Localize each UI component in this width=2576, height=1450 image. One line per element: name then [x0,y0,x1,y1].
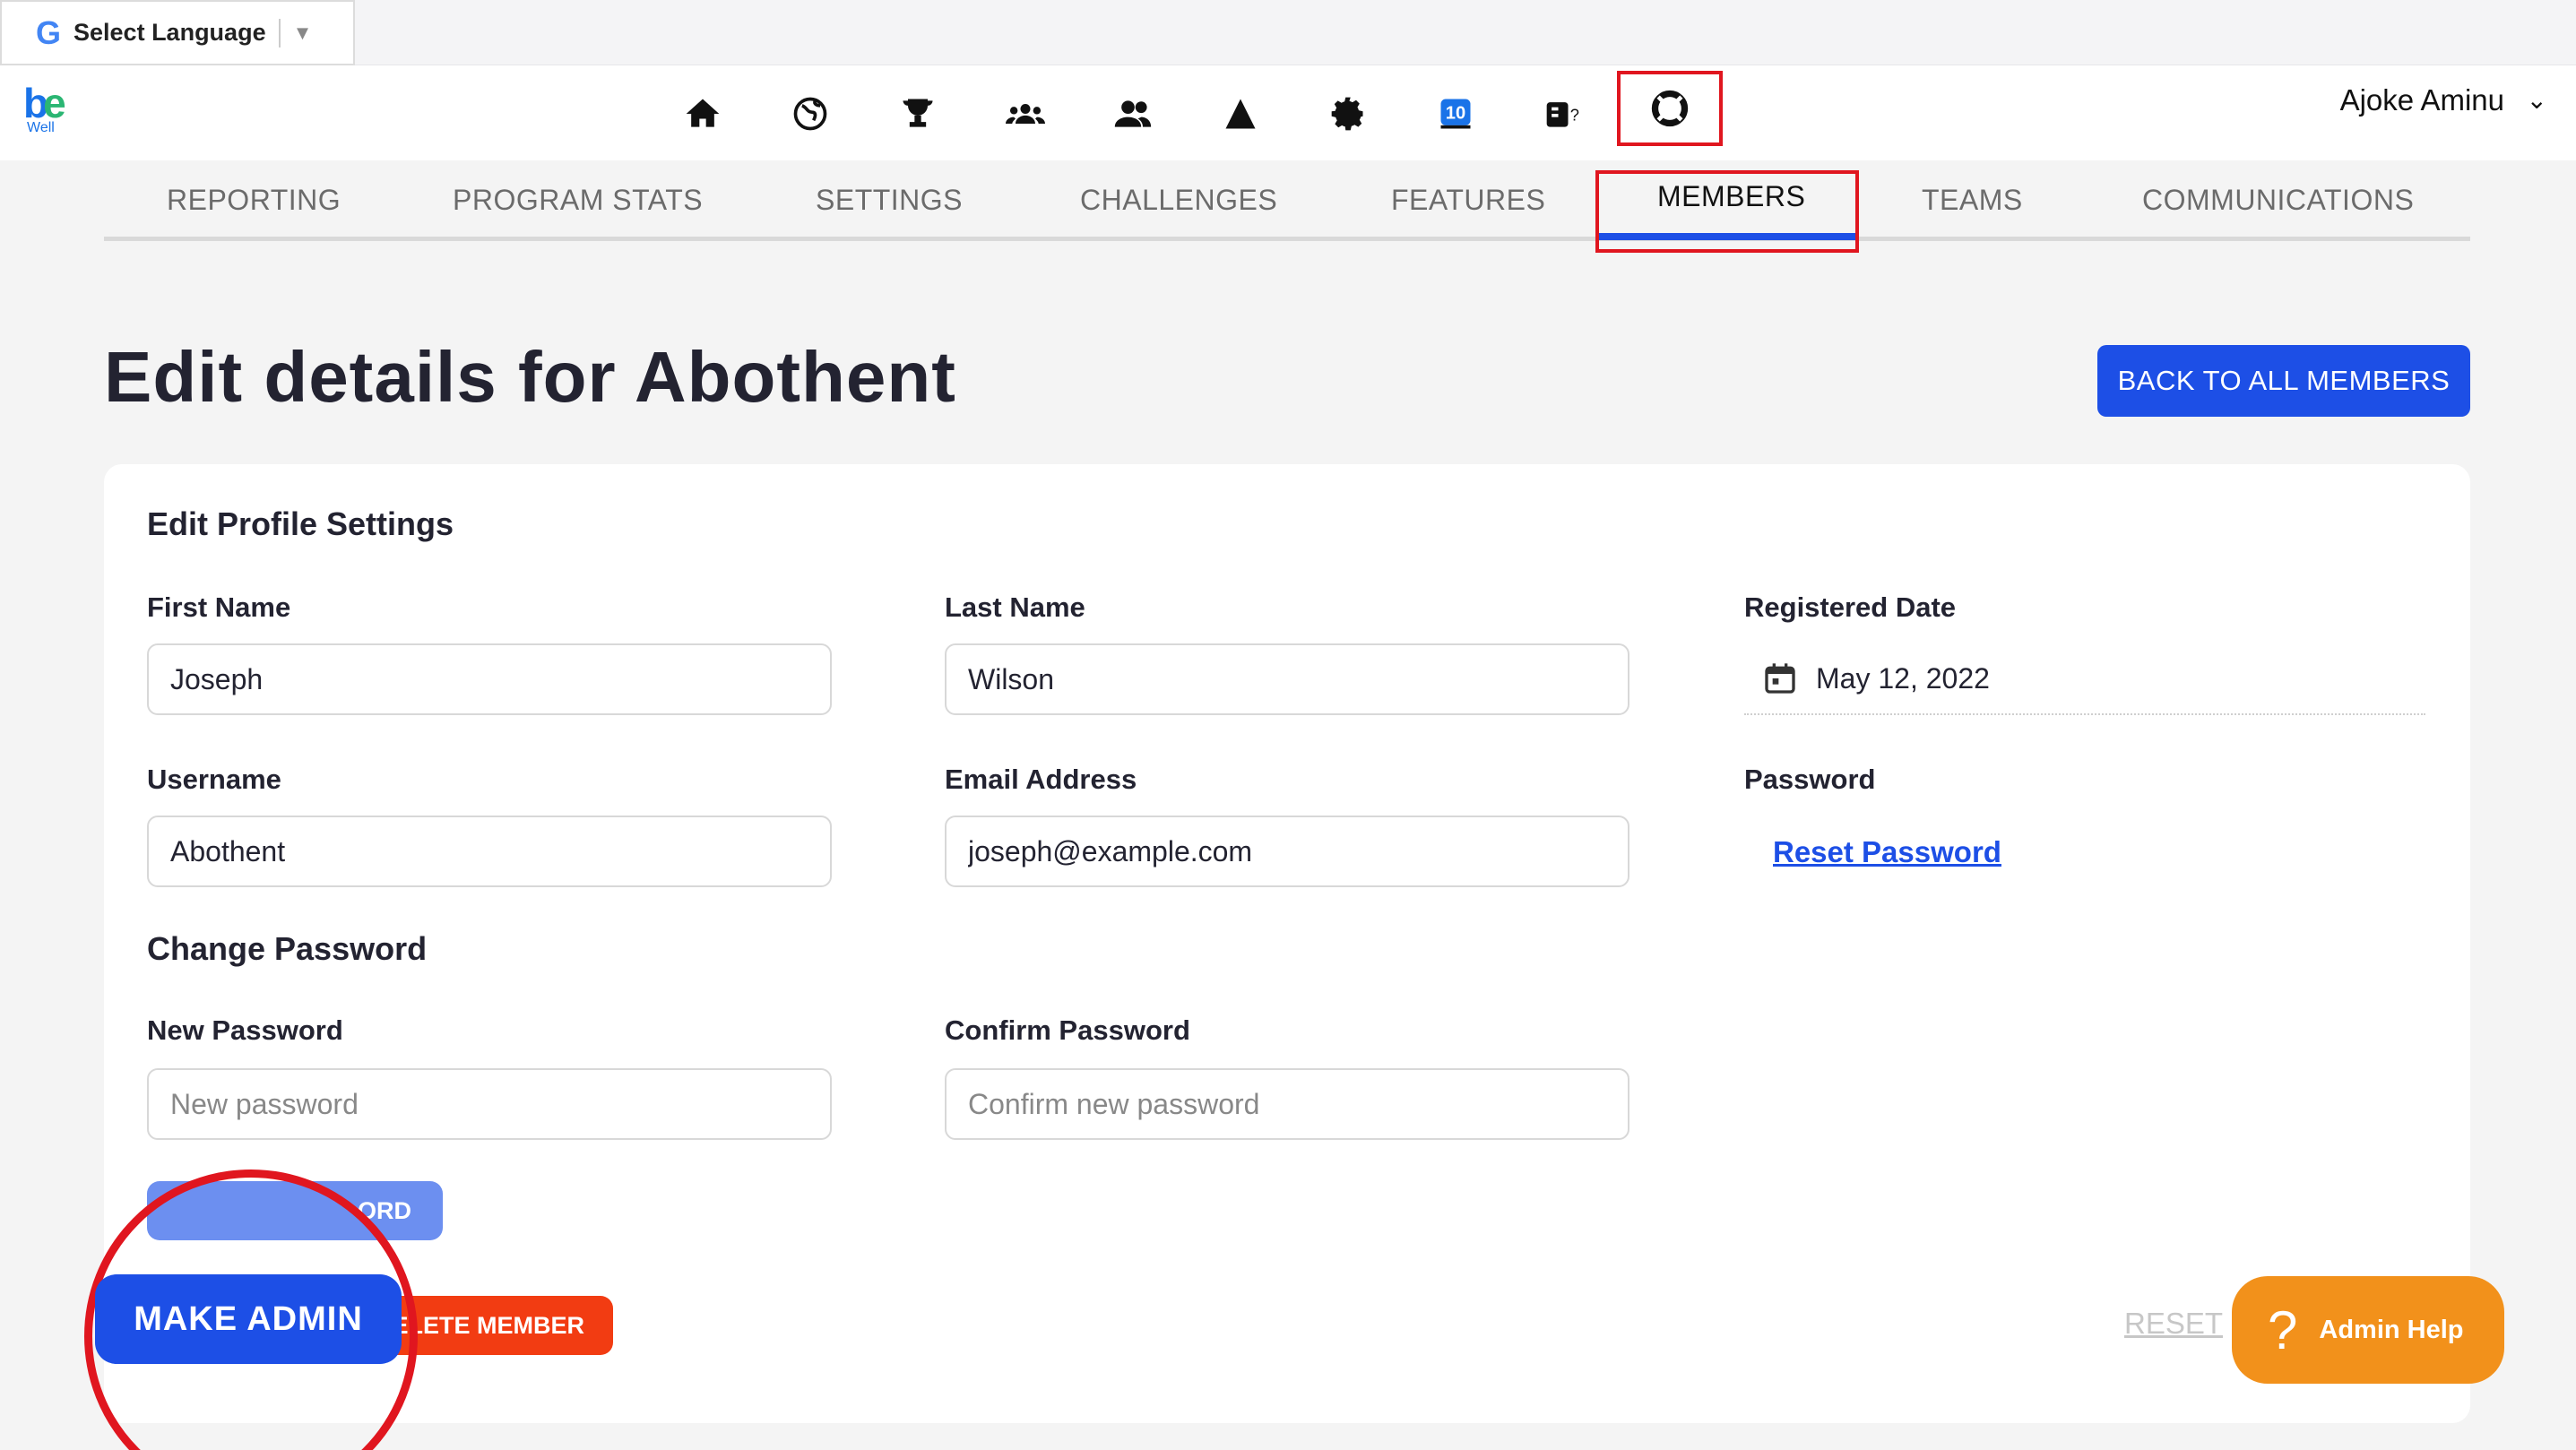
tab-program-stats[interactable]: PROGRAM STATS [453,184,703,217]
quiz-icon[interactable]: ? [1536,87,1590,141]
top-header: be Well 10 ? Ajoke Aminu ⌄ [0,65,2576,160]
registered-date-label: Registered Date [1744,591,1957,623]
confirm-password-field[interactable] [945,1068,1629,1140]
password-label: Password [1744,764,1876,795]
make-admin-button[interactable]: MAKE ADMIN [95,1274,402,1364]
calendar-icon [1765,663,1795,694]
reset-password-link[interactable]: Reset Password [1773,835,2001,869]
last-name-field[interactable] [945,643,1629,715]
edit-profile-heading: Edit Profile Settings [147,505,454,542]
page-title: Edit details for Abothent [104,337,956,417]
language-label: Select Language [73,19,266,46]
last-name-label: Last Name [945,591,1085,623]
svg-text:10: 10 [1446,104,1465,124]
ten-badge-icon[interactable]: 10 [1429,87,1482,141]
email-field[interactable] [945,816,1629,887]
new-password-label: New Password [147,1014,343,1046]
registered-date-field: May 12, 2022 [1744,643,2425,715]
trophy-icon[interactable] [891,87,945,141]
username-label: Username [147,764,281,795]
tab-settings[interactable]: SETTINGS [816,184,963,217]
change-password-heading: Change Password [147,930,428,967]
divider [278,18,281,47]
admin-tabs: REPORTING PROGRAM STATS SETTINGS CHALLEN… [104,160,2470,241]
svg-text:?: ? [1570,105,1579,124]
translate-bar: G Select Language ▼ [0,0,2576,65]
lifebuoy-icon[interactable] [1617,71,1723,146]
admin-help-label: Admin Help [2319,1315,2464,1344]
back-to-all-members-button[interactable]: BACK TO ALL MEMBERS [2097,345,2470,417]
dropdown-arrow-icon: ▼ [292,21,313,44]
user-name[interactable]: Ajoke Aminu [2340,83,2504,117]
help-question-icon: ? [2268,1299,2298,1360]
tab-highlight-box [1595,170,1859,253]
home-icon[interactable] [676,87,730,141]
logo-be: be [23,80,66,126]
google-icon: G [36,13,62,51]
registered-date-value: May 12, 2022 [1816,661,1990,695]
tab-challenges[interactable]: CHALLENGES [1080,184,1277,217]
edit-profile-card: Edit Profile Settings First Name Last Na… [104,464,2470,1423]
logo-well: Well [27,120,55,135]
first-name-field[interactable] [147,643,832,715]
members-icon[interactable] [1106,87,1160,141]
first-name-label: First Name [147,591,291,623]
new-password-field[interactable] [147,1068,832,1140]
email-label: Email Address [945,764,1137,795]
language-selector[interactable]: G Select Language ▼ [0,0,355,65]
gear-icon[interactable] [1321,87,1375,141]
tab-teams[interactable]: TEAMS [1922,184,2023,217]
chevron-down-icon[interactable]: ⌄ [2527,85,2547,115]
tab-features[interactable]: FEATURES [1391,184,1545,217]
reset-link[interactable]: RESET [2124,1307,2223,1341]
group-icon[interactable] [998,87,1052,141]
tab-communications[interactable]: COMMUNICATIONS [2142,184,2414,217]
globe-icon[interactable] [783,87,837,141]
username-field[interactable] [147,816,832,887]
admin-help-button[interactable]: ? Admin Help [2232,1276,2504,1384]
confirm-password-label: Confirm Password [945,1014,1190,1046]
bewell-logo[interactable]: be Well [23,80,77,139]
arrow-up-icon[interactable] [1214,87,1267,141]
tab-reporting[interactable]: REPORTING [167,184,341,217]
